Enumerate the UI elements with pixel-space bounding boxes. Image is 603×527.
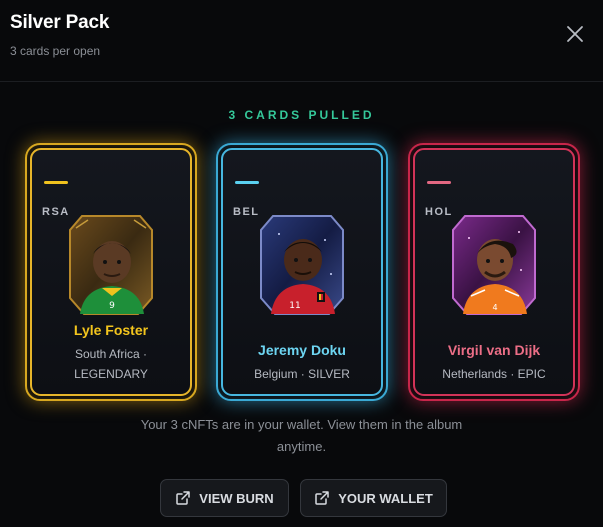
card-jeremy-doku[interactable]: BEL 11 Jeremy Doku Belgium · SILVER bbox=[216, 143, 388, 401]
player-portrait-image: 11 bbox=[260, 215, 344, 315]
player-portrait-image: 4 bbox=[452, 215, 536, 315]
modal-subtitle: 3 cards per open bbox=[10, 44, 101, 58]
country-code: BEL bbox=[233, 206, 260, 218]
card-inner: HOL 4 Virgil van Dijk Netherlands · EPIC bbox=[413, 148, 575, 396]
your-wallet-label: YOUR WALLET bbox=[338, 490, 433, 506]
pack-reveal-modal: Silver Pack 3 cards per open 3 CARDS PUL… bbox=[0, 0, 603, 527]
rarity-dash bbox=[44, 181, 68, 184]
svg-text:11: 11 bbox=[289, 301, 300, 311]
player-name: Virgil van Dijk bbox=[447, 342, 541, 358]
close-button[interactable] bbox=[563, 22, 587, 46]
view-burn-label: VIEW BURN bbox=[199, 490, 274, 506]
rarity-dash bbox=[427, 181, 451, 184]
player-meta-line: South Africa · bbox=[74, 347, 148, 361]
country-code: RSA bbox=[42, 206, 70, 218]
wallet-info-line: anytime. bbox=[276, 439, 327, 454]
player-rarity: LEGENDARY bbox=[74, 367, 148, 381]
external-link-icon bbox=[176, 491, 191, 505]
player-meta: Belgium · SILVER bbox=[254, 367, 350, 381]
card-virgil-van-dijk[interactable]: HOL 4 Virgil van Dijk Netherlands · EPIC bbox=[408, 143, 580, 401]
your-wallet-button[interactable]: YOUR WALLET bbox=[300, 479, 447, 517]
svg-text:9: 9 bbox=[109, 301, 115, 311]
modal-title: Silver Pack bbox=[10, 12, 110, 33]
external-link-icon bbox=[315, 491, 329, 505]
cards-pulled-label: 3 CARDS PULLED bbox=[228, 108, 375, 122]
player-portrait-image: 9 bbox=[69, 215, 153, 315]
close-icon bbox=[567, 26, 583, 42]
country-code: HOL bbox=[425, 206, 453, 218]
wallet-info-line: Your 3 cNFTs are in your wallet. View th… bbox=[140, 417, 463, 432]
card-lyle-foster[interactable]: RSA 9 Lyle Foster South Africa · LEGENDA… bbox=[25, 143, 197, 401]
wallet-info-text: Your 3 cNFTs are in your wallet. View th… bbox=[0, 414, 603, 458]
player-meta: Netherlands · EPIC bbox=[442, 367, 546, 381]
card-inner: RSA 9 Lyle Foster South Africa · LEGENDA… bbox=[30, 148, 192, 396]
modal-header: Silver Pack 3 cards per open bbox=[0, 0, 603, 82]
player-name: Jeremy Doku bbox=[258, 342, 346, 358]
card-inner: BEL 11 Jeremy Doku Belgium · SILVER bbox=[221, 148, 383, 396]
svg-text:4: 4 bbox=[492, 303, 497, 312]
rarity-dash bbox=[235, 181, 259, 184]
player-name: Lyle Foster bbox=[73, 322, 149, 338]
player-meta: South Africa · LEGENDARY bbox=[32, 344, 190, 384]
view-burn-button[interactable]: VIEW BURN bbox=[160, 479, 289, 517]
